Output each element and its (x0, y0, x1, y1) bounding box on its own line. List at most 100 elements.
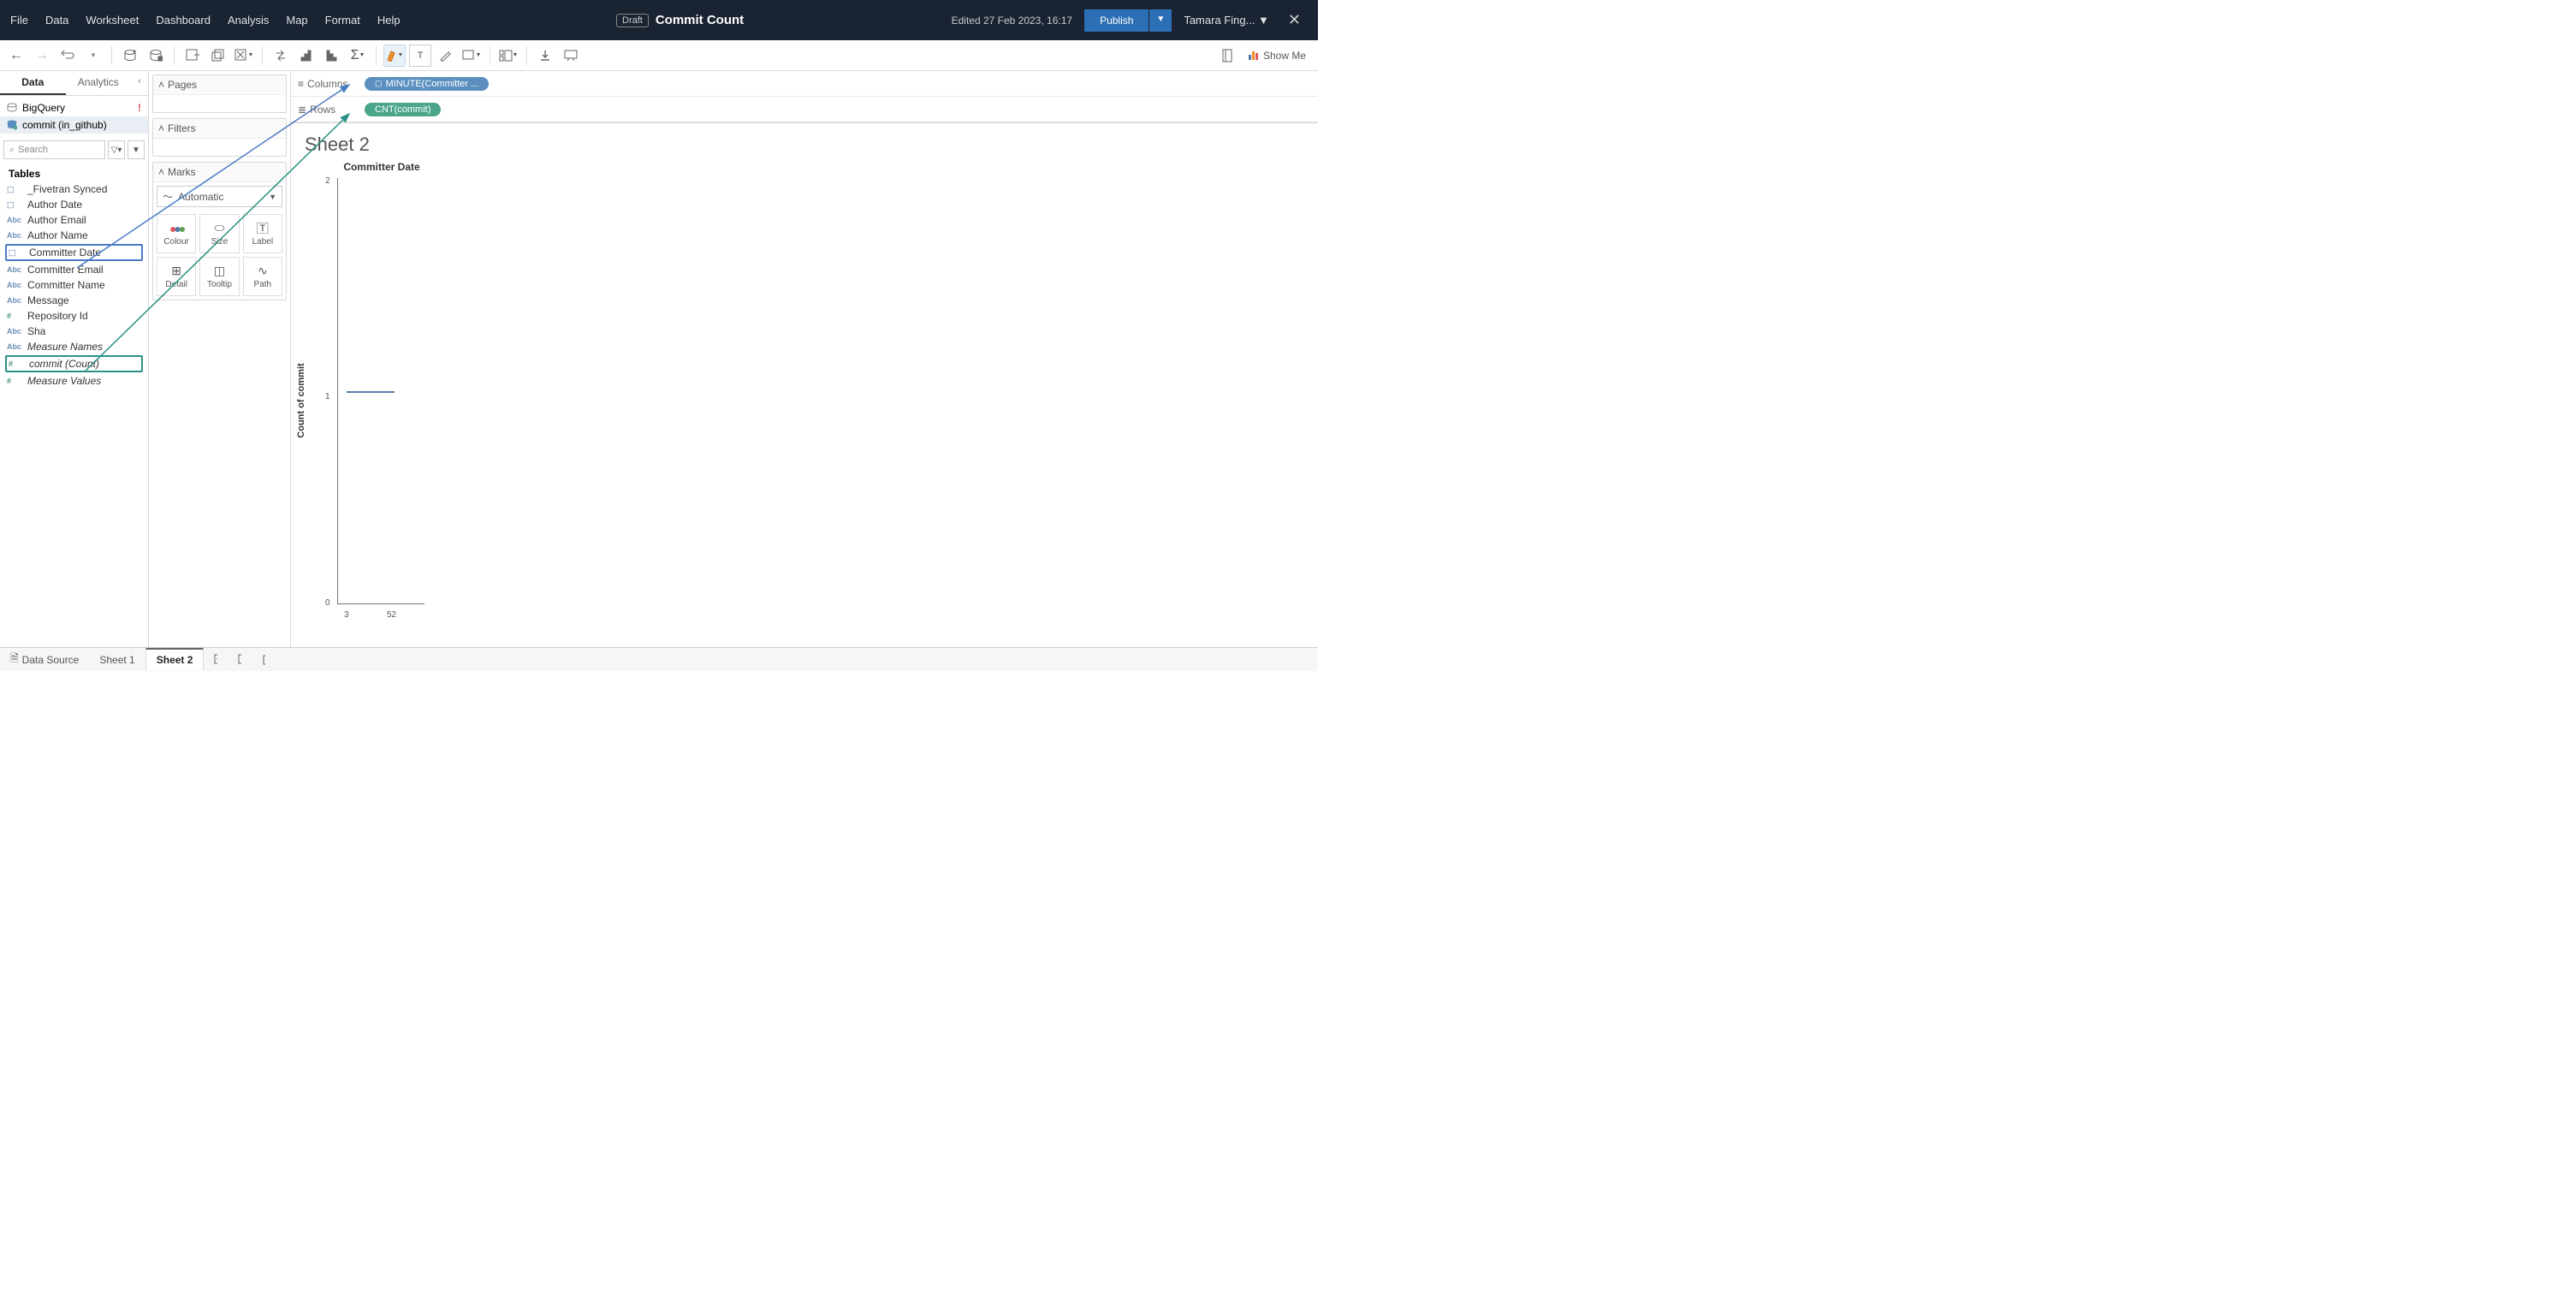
mark-type-dropdown[interactable]: 〜 Automatic ▼ (157, 186, 282, 207)
menu-worksheet[interactable]: Worksheet (77, 7, 147, 33)
show-cards-button[interactable]: ▼ (497, 45, 519, 67)
x-tick: 52 (387, 610, 396, 620)
data-source-tab[interactable]: 🗎Data Source (0, 646, 89, 673)
publish-button[interactable]: Publish (1084, 9, 1149, 32)
tab-analytics[interactable]: Analytics (66, 71, 132, 95)
tab-data[interactable]: Data (0, 71, 66, 95)
field-type-icon: ⬚ (9, 248, 24, 258)
field-item[interactable]: ⬚Author Date (0, 197, 148, 212)
columns-icon: ≡ (298, 78, 304, 90)
menu-map[interactable]: Map (277, 7, 316, 33)
field-type-icon: Abc (7, 231, 22, 240)
field-type-icon: Abc (7, 281, 22, 289)
new-worksheet-tab[interactable] (204, 650, 228, 670)
user-menu[interactable]: Tamara Fing... ▼ (1184, 14, 1269, 27)
new-worksheet-button[interactable] (181, 45, 204, 67)
menu-format[interactable]: Format (317, 7, 369, 33)
new-story-tab[interactable] (252, 650, 276, 670)
field-type-icon: ⬚ (7, 185, 22, 194)
menu-analysis[interactable]: Analysis (219, 7, 277, 33)
data-guide-button[interactable] (1216, 45, 1238, 67)
marks-card: ˄Marks 〜 Automatic ▼ ●●●Colour ⬭Size 🅃La… (152, 162, 287, 300)
totals-button[interactable]: Σ▼ (347, 45, 369, 67)
present-button[interactable] (560, 45, 582, 67)
show-me-button[interactable]: Show Me (1242, 46, 1313, 65)
filters-shelf[interactable]: ˄Filters (152, 118, 287, 157)
caret-icon: ˄ (158, 79, 164, 91)
caret-icon: ˄ (158, 122, 164, 134)
publish-dropdown[interactable]: ▼ (1149, 9, 1172, 32)
close-icon[interactable]: ✕ (1281, 8, 1308, 33)
menu-data[interactable]: Data (37, 7, 77, 33)
field-item[interactable]: AbcCommitter Email (0, 262, 148, 277)
sort-desc-button[interactable] (321, 45, 343, 67)
revert-button[interactable] (56, 45, 79, 67)
mark-label[interactable]: 🅃Label (243, 214, 282, 253)
chart[interactable]: Count of commit 2 1 0 3 52 (305, 178, 424, 623)
clear-sheet-button[interactable]: ▼ (233, 45, 255, 67)
field-item[interactable]: #Measure Values (0, 373, 148, 389)
pages-shelf[interactable]: ˄Pages (152, 74, 287, 113)
fit-button[interactable]: ▼ (460, 45, 483, 67)
field-item[interactable]: ⬚_Fivetran Synced (0, 181, 148, 197)
new-datasource-button[interactable] (119, 45, 141, 67)
field-item[interactable]: AbcMeasure Names (0, 339, 148, 354)
datasource-label: commit (in_github) (22, 119, 107, 131)
rows-pill[interactable]: CNT(commit) (365, 103, 441, 116)
sort-asc-button[interactable] (295, 45, 318, 67)
line-icon: 〜 (163, 189, 173, 204)
sheet-title[interactable]: Sheet 2 (305, 134, 1304, 156)
field-item[interactable]: ⬚Committer Date (5, 244, 143, 261)
field-type-icon: # (7, 377, 22, 385)
field-name: Committer Name (27, 279, 105, 291)
field-item[interactable]: #Repository Id (0, 308, 148, 324)
mark-detail[interactable]: ⊞Detail (157, 257, 196, 296)
collapse-pane-icon[interactable]: ‹ (131, 71, 148, 95)
field-item[interactable]: AbcAuthor Name (0, 228, 148, 243)
path-icon: ∿ (258, 264, 268, 278)
label-icon: 🅃 (257, 222, 269, 235)
highlight-button[interactable]: ▼ (383, 45, 406, 67)
field-item[interactable]: Abc Committer Name (0, 277, 148, 293)
draft-badge: Draft (616, 14, 649, 27)
edited-timestamp: Edited 27 Feb 2023, 16:17 (952, 15, 1072, 27)
mark-colour[interactable]: ●●●Colour (157, 214, 196, 253)
sheet-tab-2[interactable]: Sheet 2 (145, 648, 205, 670)
duplicate-button[interactable] (207, 45, 229, 67)
format-button[interactable] (435, 45, 457, 67)
fields-menu-button[interactable]: ▼ (128, 140, 145, 159)
datasource-commit[interactable]: commit (in_github) (0, 116, 148, 134)
new-dashboard-tab[interactable] (228, 650, 252, 670)
columns-pill[interactable]: ▢MINUTE(Committer ... (365, 77, 489, 91)
field-item[interactable]: #commit (Count) (5, 355, 143, 372)
columns-shelf[interactable]: ≡Columns ▢MINUTE(Committer ... (291, 71, 1318, 97)
search-input[interactable]: ⌕ Search (3, 140, 105, 159)
menu-help[interactable]: Help (369, 7, 409, 33)
database-icon (7, 120, 17, 130)
swap-button[interactable] (270, 45, 292, 67)
workbook-title[interactable]: Commit Count (656, 13, 744, 27)
rows-shelf[interactable]: ≣Rows CNT(commit) (291, 97, 1318, 122)
mark-path[interactable]: ∿Path (243, 257, 282, 296)
labels-button[interactable]: T (409, 45, 431, 67)
datasource-bigquery[interactable]: BigQuery ! (0, 99, 148, 116)
field-type-icon: Abc (7, 327, 22, 336)
field-name: Repository Id (27, 310, 88, 322)
menu-dashboard[interactable]: Dashboard (147, 7, 219, 33)
y-tick: 0 (325, 598, 330, 608)
download-button[interactable] (534, 45, 556, 67)
redo-button[interactable]: → (31, 45, 53, 67)
field-item[interactable]: AbcAuthor Email (0, 212, 148, 228)
columns-label: Columns (307, 78, 347, 90)
pause-data-button[interactable] (145, 45, 167, 67)
filter-fields-button[interactable]: ▽▾ (108, 140, 125, 159)
revert-dropdown[interactable]: ▼ (82, 45, 104, 67)
sheet-tab-1[interactable]: Sheet 1 (89, 650, 145, 670)
colrow-shelves: ≡Columns ▢MINUTE(Committer ... ≣Rows CNT… (291, 71, 1318, 123)
menu-file[interactable]: File (2, 7, 37, 33)
field-item[interactable]: AbcSha (0, 324, 148, 339)
undo-button[interactable]: ← (5, 45, 27, 67)
mark-size[interactable]: ⬭Size (199, 214, 239, 253)
field-item[interactable]: AbcMessage (0, 293, 148, 308)
mark-tooltip[interactable]: ◫Tooltip (199, 257, 239, 296)
